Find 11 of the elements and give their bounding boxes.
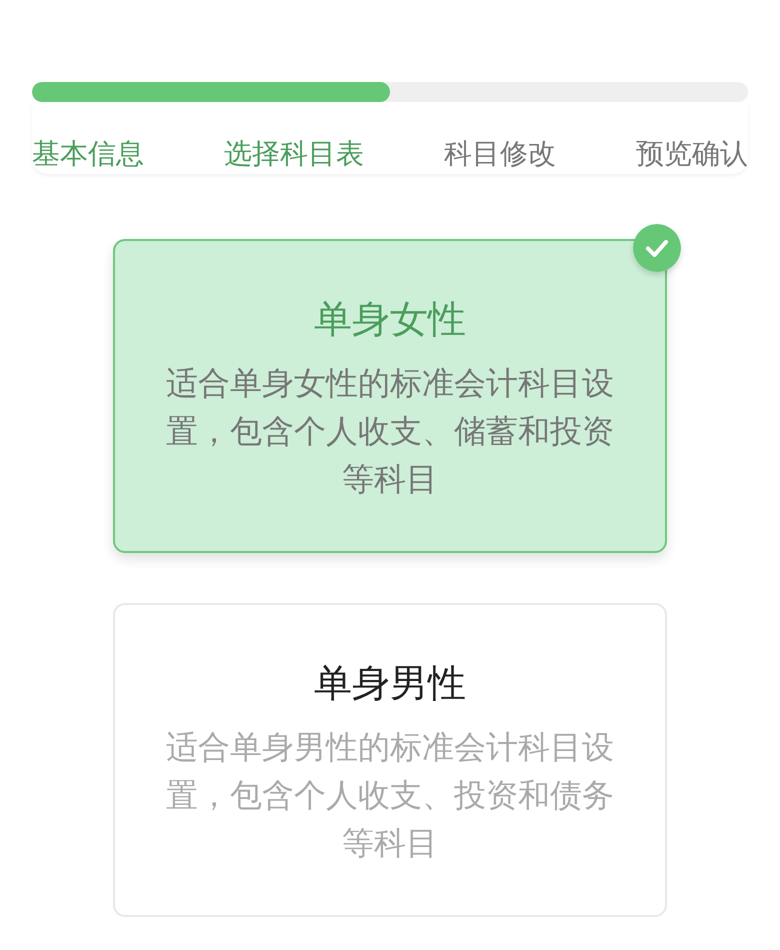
step-label: 预览确认: [636, 138, 748, 170]
check-icon: [633, 224, 681, 272]
card-title: 单身男性: [314, 660, 466, 707]
template-card[interactable]: 单身男性 适合单身男性的标准会计科目设置，包含个人收支、投资和债务等科目: [113, 603, 667, 917]
card-description: 适合单身女性的标准会计科目设置，包含个人收支、储蓄和投资等科目: [165, 363, 615, 500]
card-title: 单身女性: [314, 296, 466, 343]
step-label: 科目修改: [444, 138, 556, 170]
step-label: 基本信息: [32, 138, 144, 170]
card-description: 适合单身男性的标准会计科目设置，包含个人收支、投资和债务等科目: [165, 727, 615, 864]
template-card[interactable]: 单身女性 适合单身女性的标准会计科目设置，包含个人收支、储蓄和投资等科目: [113, 239, 667, 553]
step-label: 选择科目表: [224, 138, 364, 170]
